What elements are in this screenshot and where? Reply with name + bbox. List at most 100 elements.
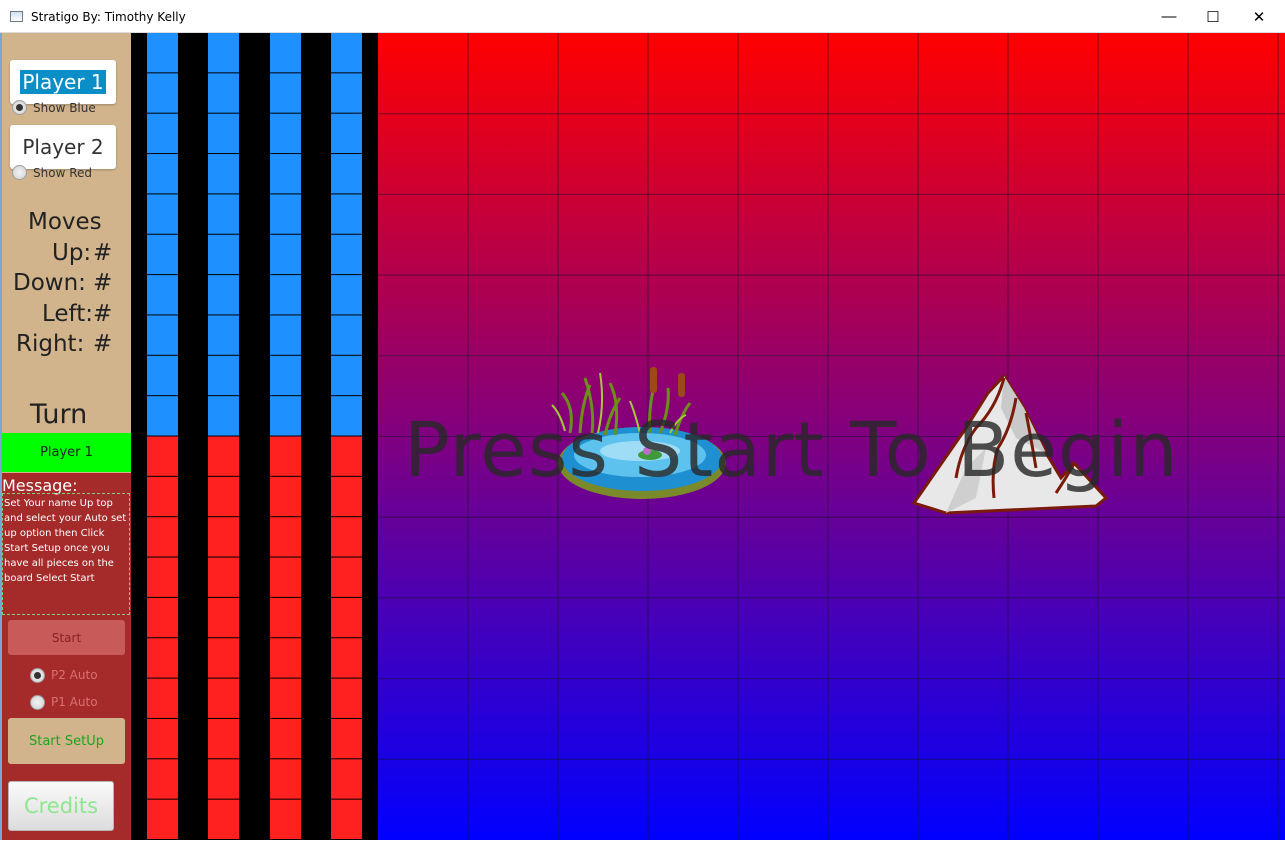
red-tray-slot[interactable]	[270, 436, 301, 476]
blue-tray-slot[interactable]	[147, 154, 178, 194]
blue-tray-slot[interactable]	[147, 33, 178, 73]
blue-tray-slot[interactable]	[208, 154, 239, 194]
blue-tray-slot[interactable]	[147, 315, 178, 355]
blue-tray-slot[interactable]	[270, 194, 301, 234]
show-red-radio[interactable]	[12, 165, 27, 180]
blue-tray-slot[interactable]	[331, 275, 362, 315]
red-tray-slot[interactable]	[270, 557, 301, 597]
red-tray-slot[interactable]	[331, 799, 362, 839]
blue-tray-slot[interactable]	[270, 234, 301, 275]
minimize-button[interactable]: —	[1146, 0, 1192, 33]
blue-tray-slot[interactable]	[147, 194, 178, 234]
piece-tray	[131, 33, 378, 840]
blue-tray-slot[interactable]	[208, 315, 239, 355]
red-tray-slot[interactable]	[208, 718, 239, 759]
blue-tray-slot[interactable]	[331, 194, 362, 234]
red-tray-slot[interactable]	[147, 557, 178, 597]
red-tray-slot[interactable]	[208, 436, 239, 476]
red-tray-slot[interactable]	[147, 638, 178, 678]
blue-tray-slot[interactable]	[331, 396, 362, 436]
blue-tray-slot[interactable]	[270, 275, 301, 315]
p2-auto-label: P2 Auto	[51, 668, 98, 682]
red-tray-slot[interactable]	[331, 557, 362, 597]
blue-tray-slot[interactable]	[270, 113, 301, 154]
red-tray-slot[interactable]	[147, 597, 178, 638]
close-button[interactable]: ✕	[1236, 0, 1282, 33]
blue-tray-slot[interactable]	[331, 234, 362, 275]
blue-tray-slot[interactable]	[147, 73, 178, 113]
blue-tray-slot[interactable]	[270, 154, 301, 194]
red-tray-slot[interactable]	[208, 638, 239, 678]
sidebar: Player 1 Show Blue Player 2 Show Red Mov…	[2, 33, 131, 840]
red-tray-slot[interactable]	[331, 476, 362, 517]
red-tray-slot[interactable]	[331, 436, 362, 476]
red-tray-slot[interactable]	[270, 597, 301, 638]
red-tray-slot[interactable]	[208, 678, 239, 718]
red-tray-slot[interactable]	[208, 476, 239, 517]
blue-tray-slot[interactable]	[147, 234, 178, 275]
blue-tray-slot[interactable]	[331, 113, 362, 154]
blue-tray-slot[interactable]	[208, 73, 239, 113]
red-tray-slot[interactable]	[270, 718, 301, 759]
blue-tray-slot[interactable]	[147, 355, 178, 396]
red-tray-slot[interactable]	[208, 517, 239, 557]
red-tray-slot[interactable]	[208, 597, 239, 638]
credits-button-label: Credits	[23, 794, 99, 818]
player1-name-text: Player 1	[20, 70, 106, 94]
show-blue-radio[interactable]	[12, 100, 27, 115]
blue-tray-slot[interactable]	[331, 33, 362, 73]
red-tray-slot[interactable]	[331, 597, 362, 638]
start-button[interactable]: Start	[8, 620, 125, 655]
red-tray-slot[interactable]	[331, 718, 362, 759]
credits-button[interactable]: Credits	[8, 781, 114, 831]
red-tray-slot[interactable]	[331, 638, 362, 678]
red-tray-slot[interactable]	[270, 517, 301, 557]
blue-tray-slot[interactable]	[208, 396, 239, 436]
blue-tray-slot[interactable]	[270, 73, 301, 113]
blue-tray-slot[interactable]	[331, 315, 362, 355]
blue-tray-slot[interactable]	[270, 315, 301, 355]
blue-tray-slot[interactable]	[147, 396, 178, 436]
red-tray-slot[interactable]	[208, 759, 239, 799]
red-tray-slot[interactable]	[147, 759, 178, 799]
maximize-button[interactable]: ☐	[1190, 0, 1236, 33]
red-tray-slot[interactable]	[331, 759, 362, 799]
blue-tray-slot[interactable]	[270, 396, 301, 436]
red-tray-slot[interactable]	[270, 759, 301, 799]
blue-tray-slot[interactable]	[331, 355, 362, 396]
blue-tray-slot[interactable]	[270, 355, 301, 396]
red-tray-slot[interactable]	[147, 436, 178, 476]
p1-auto-radio[interactable]	[30, 695, 45, 710]
red-tray-slot[interactable]	[147, 718, 178, 759]
red-tray-slot[interactable]	[331, 678, 362, 718]
red-tray-slot[interactable]	[270, 678, 301, 718]
moves-down-value: #	[93, 270, 113, 296]
blue-tray-slot[interactable]	[208, 194, 239, 234]
blue-tray-slot[interactable]	[208, 113, 239, 154]
blue-tray-slot[interactable]	[147, 113, 178, 154]
red-tray-slot[interactable]	[147, 517, 178, 557]
red-tray-slot[interactable]	[208, 799, 239, 839]
blue-tray-slot[interactable]	[331, 154, 362, 194]
moves-up-label: Up:	[52, 240, 92, 266]
p2-auto-radio[interactable]	[30, 668, 45, 683]
player2-name-field[interactable]: Player 2	[10, 125, 116, 169]
blue-tray-slot[interactable]	[270, 33, 301, 73]
blue-tray-slot[interactable]	[208, 355, 239, 396]
blue-tray-slot[interactable]	[208, 33, 239, 73]
start-setup-button[interactable]: Start SetUp	[8, 718, 125, 764]
red-tray-slot[interactable]	[147, 678, 178, 718]
red-tray-slot[interactable]	[270, 799, 301, 839]
blue-tray-slot[interactable]	[147, 275, 178, 315]
player1-name-field[interactable]: Player 1	[10, 60, 116, 104]
blue-tray-slot[interactable]	[331, 73, 362, 113]
red-tray-slot[interactable]	[147, 476, 178, 517]
blue-tray-slot[interactable]	[208, 234, 239, 275]
red-tray-slot[interactable]	[270, 638, 301, 678]
red-tray-slot[interactable]	[331, 517, 362, 557]
red-tray-slot[interactable]	[147, 799, 178, 839]
blue-tray-slot[interactable]	[208, 275, 239, 315]
red-tray-slot[interactable]	[270, 476, 301, 517]
close-icon: ✕	[1252, 8, 1266, 26]
red-tray-slot[interactable]	[208, 557, 239, 597]
